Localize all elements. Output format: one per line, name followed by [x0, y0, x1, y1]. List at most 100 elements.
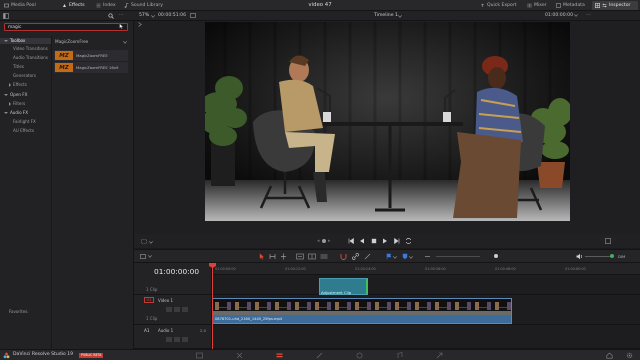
- edit-page-icon[interactable]: [276, 352, 283, 359]
- fusion-page-icon[interactable]: [316, 352, 323, 359]
- fairlight-page-icon[interactable]: [396, 352, 403, 359]
- chevron-down-icon[interactable]: [574, 13, 578, 19]
- dim-button[interactable]: DIM: [618, 254, 625, 259]
- effect-item-magiczoomfree[interactable]: MZ MagicZoomFREE: [54, 50, 128, 61]
- home-icon[interactable]: [606, 352, 613, 359]
- tree-item-titles[interactable]: Titles: [13, 64, 24, 70]
- marker-icon[interactable]: [402, 253, 408, 262]
- effects-search-input[interactable]: magic: [4, 23, 128, 31]
- jog-dot-icon[interactable]: [322, 239, 326, 243]
- timeline-toolbar: DIM: [134, 249, 640, 263]
- crop-icon[interactable]: [141, 239, 147, 246]
- mixer-button[interactable]: Mixer: [527, 2, 547, 9]
- volume-slider-handle[interactable]: [610, 254, 614, 258]
- chevron-right-icon[interactable]: [138, 22, 142, 29]
- video-clip[interactable]: 0878701-uhd_2160_1440_25fps.mp4: [212, 298, 512, 324]
- media-page-icon[interactable]: [196, 352, 203, 359]
- settings-gear-icon[interactable]: [626, 352, 633, 359]
- play-reverse-icon[interactable]: [359, 238, 365, 244]
- mixer-icon: [527, 3, 532, 8]
- more-options-icon[interactable]: ⋯: [119, 12, 124, 18]
- insert-clip-icon[interactable]: [308, 253, 316, 262]
- jog-right-icon[interactable]: ▸: [328, 238, 331, 244]
- sound-library-button[interactable]: Sound Library: [124, 2, 163, 9]
- track-badge-v1[interactable]: V1: [144, 297, 154, 303]
- zoom-slider[interactable]: [436, 256, 480, 257]
- speaker-icon[interactable]: [576, 253, 583, 262]
- flag-icon[interactable]: [386, 253, 392, 262]
- adjustment-clip[interactable]: Adjustment Clip: [319, 278, 368, 295]
- inspector-button[interactable]: Inspector: [595, 2, 630, 9]
- chevron-down-icon[interactable]: [148, 254, 152, 260]
- tree-item-generators[interactable]: Generators: [13, 73, 36, 79]
- tree-item-audio-transitions[interactable]: Audio Transitions: [13, 55, 48, 61]
- tree-item-favorites[interactable]: Favorites: [9, 309, 28, 315]
- zoom-out-icon[interactable]: [424, 253, 431, 262]
- trim-tool-icon[interactable]: [269, 253, 276, 262]
- zoom-slider-handle[interactable]: [494, 254, 498, 258]
- app-name: DaVinci Resolve Studio 19: [13, 352, 74, 357]
- auto-select-icon[interactable]: [174, 307, 180, 312]
- disable-track-icon[interactable]: [182, 307, 188, 312]
- tree-item-fairlight-fx[interactable]: Fairlight FX: [13, 119, 36, 125]
- timeline-ruler[interactable]: 01:00:00:00 01:00:12:00 01:00:24:00 01:0…: [212, 263, 640, 275]
- tree-item-filters[interactable]: Filters: [9, 101, 25, 107]
- go-to-end-icon[interactable]: [393, 238, 400, 244]
- chevron-down-icon[interactable]: [393, 255, 397, 261]
- effects-button[interactable]: Effects: [62, 2, 85, 9]
- lock-track-icon[interactable]: [166, 337, 172, 342]
- chevron-down-icon[interactable]: [149, 240, 153, 246]
- cut-page-icon[interactable]: [236, 352, 243, 359]
- lock-track-icon[interactable]: [166, 307, 172, 312]
- snapping-icon[interactable]: [340, 253, 347, 262]
- selection-tool-icon[interactable]: [259, 253, 265, 262]
- mute-icon[interactable]: [182, 337, 188, 342]
- blade-tool-icon[interactable]: [280, 253, 287, 262]
- search-icon[interactable]: [108, 13, 114, 21]
- davinci-logo-icon: [3, 352, 10, 360]
- volume-slider[interactable]: [585, 256, 611, 257]
- transport-bar: ◂ ▸: [134, 234, 640, 248]
- color-page-icon[interactable]: [356, 352, 363, 359]
- effect-item-magiczoomfree-16x9[interactable]: MZ MagicZoomFREE 16x9: [54, 62, 128, 73]
- chevron-down-icon[interactable]: [398, 14, 402, 20]
- effects-icon: [62, 3, 67, 8]
- track-badge-a1[interactable]: A1: [144, 328, 150, 333]
- chevron-down-icon[interactable]: [123, 40, 127, 46]
- index-button[interactable]: Index: [96, 2, 116, 9]
- layout-icon[interactable]: [140, 254, 146, 261]
- chevron-down-icon[interactable]: [409, 255, 413, 261]
- tree-item-open-fx[interactable]: Open FX: [4, 92, 27, 98]
- media-pool-button[interactable]: Media Pool: [4, 2, 36, 9]
- fullscreen-icon[interactable]: [605, 238, 611, 246]
- metadata-button[interactable]: Metadata: [556, 2, 585, 9]
- track-a1: A1 Audio 1 2.0: [134, 325, 640, 349]
- panel-toggle-icon[interactable]: [3, 13, 9, 21]
- loop-icon[interactable]: [405, 238, 412, 244]
- clip-edge-marker: [366, 279, 368, 294]
- tree-item-toolbox[interactable]: Toolbox: [0, 38, 51, 44]
- go-to-start-icon[interactable]: [348, 238, 354, 244]
- video-frame[interactable]: [205, 22, 570, 221]
- layout-icon[interactable]: [190, 13, 196, 20]
- quick-export-button[interactable]: Quick Export: [480, 2, 517, 9]
- link-icon[interactable]: [352, 253, 359, 262]
- tree-item-audio-fx[interactable]: Audio FX: [4, 110, 28, 116]
- more-options-icon[interactable]: ⋯: [586, 12, 591, 18]
- jog-left-icon[interactable]: ◂: [317, 238, 320, 244]
- zoom-level[interactable]: 57%: [139, 13, 149, 18]
- tree-item-effects[interactable]: Effects: [9, 82, 27, 88]
- deliver-page-icon[interactable]: [436, 352, 443, 359]
- tree-item-au-effects[interactable]: AU Effects: [13, 128, 34, 134]
- playhead[interactable]: [212, 263, 213, 349]
- position-lock-icon[interactable]: [364, 253, 371, 262]
- solo-icon[interactable]: [174, 337, 180, 342]
- overwrite-clip-icon[interactable]: [296, 253, 304, 262]
- ruler-tick-label: 01:00:36:00: [425, 267, 446, 271]
- replace-clip-icon[interactable]: [320, 253, 328, 262]
- tree-item-video-transitions[interactable]: Video Transitions: [13, 46, 48, 52]
- chevron-down-icon[interactable]: [151, 14, 155, 20]
- stop-icon[interactable]: [371, 238, 377, 244]
- play-icon[interactable]: [382, 238, 388, 244]
- timeline-name[interactable]: Timeline 1: [374, 13, 398, 18]
